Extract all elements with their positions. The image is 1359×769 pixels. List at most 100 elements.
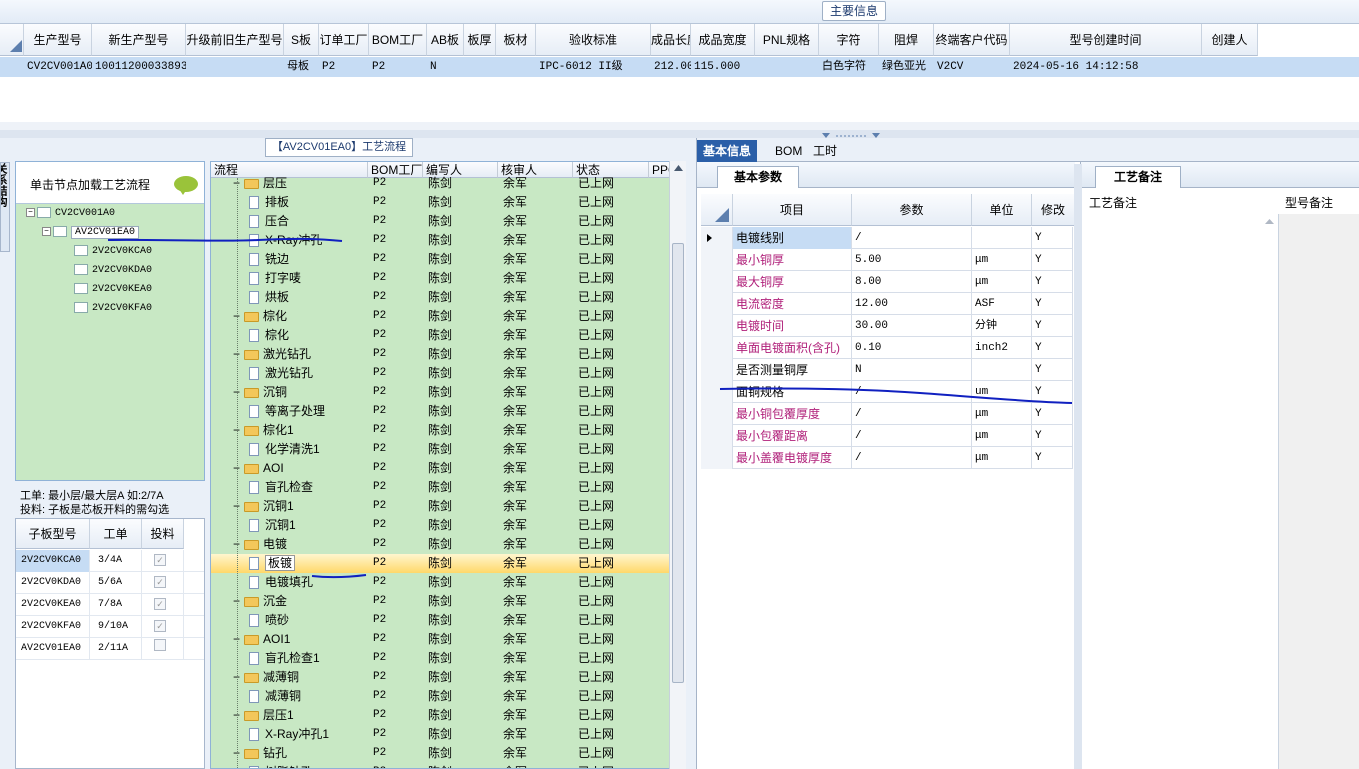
process-name-cell[interactable]: 减薄铜 bbox=[249, 687, 301, 706]
param-value[interactable]: / bbox=[852, 403, 972, 425]
param-value[interactable]: 8.00 bbox=[852, 271, 972, 293]
param-row[interactable]: 面铜规格 / um Y bbox=[701, 381, 1073, 403]
param-modify[interactable]: Y bbox=[1032, 425, 1073, 447]
col-thickness[interactable]: 板厚 bbox=[464, 24, 496, 56]
col-legend[interactable]: 字符 bbox=[819, 24, 879, 56]
process-name-cell[interactable]: 树脂钻孔 bbox=[249, 763, 313, 768]
tree-node[interactable]: 2V2CV0KDA0 bbox=[58, 262, 152, 279]
process-name-cell[interactable]: − 棕化 bbox=[233, 307, 287, 326]
process-name-cell[interactable]: 沉铜1 bbox=[249, 516, 296, 535]
param-item[interactable]: 是否测量铜厚 bbox=[733, 359, 852, 381]
remark-title[interactable]: 工艺备注 bbox=[1095, 166, 1181, 188]
param-item[interactable]: 最小包覆距离 bbox=[733, 425, 852, 447]
process-row[interactable]: − AOI1 P2 陈剑 余军 已上网 bbox=[211, 630, 671, 649]
col-ab-board[interactable]: AB板 bbox=[427, 24, 464, 56]
param-modify[interactable]: Y bbox=[1032, 249, 1073, 271]
process-name-cell[interactable]: 铣边 bbox=[249, 250, 289, 269]
row-indicator[interactable] bbox=[701, 403, 733, 425]
feed-checkbox[interactable]: ✓ bbox=[154, 554, 166, 566]
row-indicator[interactable] bbox=[701, 447, 733, 469]
param-unit[interactable]: ASF bbox=[972, 293, 1032, 315]
param-row[interactable]: 电镀线别 / Y bbox=[701, 227, 1073, 249]
cell-acceptance-std[interactable]: IPC-6012 II级 bbox=[536, 57, 651, 77]
process-row[interactable]: 板镀 P2 陈剑 余军 已上网 bbox=[211, 554, 671, 573]
process-remark-text[interactable] bbox=[1081, 214, 1279, 769]
col-prod-model[interactable]: 生产型号 bbox=[24, 24, 92, 56]
feed-checkbox[interactable]: ✓ bbox=[154, 620, 166, 632]
speech-bubble-icon[interactable] bbox=[174, 176, 198, 195]
param-unit[interactable] bbox=[972, 227, 1032, 249]
row-indicator[interactable] bbox=[701, 249, 733, 271]
row-indicator[interactable] bbox=[701, 271, 733, 293]
sub-board-row[interactable]: 2V2CV0KCA0 3/4A ✓ bbox=[16, 550, 204, 572]
param-row[interactable]: 最小铜厚 5.00 μm Y bbox=[701, 249, 1073, 271]
process-name-cell[interactable]: 棕化 bbox=[249, 326, 289, 345]
process-name-cell[interactable]: 打字唛 bbox=[249, 269, 301, 288]
process-row[interactable]: − AOI P2 陈剑 余军 已上网 bbox=[211, 459, 671, 478]
process-row[interactable]: 喷砂 P2 陈剑 余军 已上网 bbox=[211, 611, 671, 630]
process-row[interactable]: − 减薄铜 P2 陈剑 余军 已上网 bbox=[211, 668, 671, 687]
process-row[interactable]: 铣边 P2 陈剑 余军 已上网 bbox=[211, 250, 671, 269]
horizontal-splitter[interactable] bbox=[0, 130, 1359, 138]
cell-material[interactable] bbox=[496, 57, 536, 77]
cell-ab-board[interactable]: N bbox=[427, 57, 464, 77]
process-row[interactable]: − 棕化1 P2 陈剑 余军 已上网 bbox=[211, 421, 671, 440]
col-old-prod-model[interactable]: 升级前旧生产型号 bbox=[186, 24, 284, 56]
collapse-icon[interactable]: − bbox=[26, 207, 35, 217]
params-col-modify[interactable]: 修改 bbox=[1032, 194, 1075, 226]
param-item[interactable]: 最大铜厚 bbox=[733, 271, 852, 293]
remark-col-model[interactable]: 型号备注 bbox=[1281, 192, 1359, 214]
process-row[interactable]: − 电镀 P2 陈剑 余军 已上网 bbox=[211, 535, 671, 554]
process-row[interactable]: 化学清洗1 P2 陈剑 余军 已上网 bbox=[211, 440, 671, 459]
process-row[interactable]: − 沉金 P2 陈剑 余军 已上网 bbox=[211, 592, 671, 611]
row-indicator[interactable] bbox=[701, 359, 733, 381]
col-bom-factory[interactable]: BOM工厂 bbox=[369, 24, 427, 56]
sub-board-order[interactable]: 9/10A bbox=[90, 616, 142, 638]
col-s-board[interactable]: S板 bbox=[284, 24, 319, 56]
params-corner[interactable] bbox=[701, 194, 733, 226]
param-unit[interactable]: um bbox=[972, 381, 1032, 403]
sub-col-model[interactable]: 子板型号 bbox=[16, 519, 90, 549]
param-value[interactable]: / bbox=[852, 227, 972, 249]
param-value[interactable]: 12.00 bbox=[852, 293, 972, 315]
basic-params-title[interactable]: 基本参数 bbox=[717, 166, 799, 188]
param-item[interactable]: 面铜规格 bbox=[733, 381, 852, 403]
sub-board-order[interactable]: 2/11A bbox=[90, 638, 142, 660]
cell-legend[interactable]: 白色字符 bbox=[819, 57, 879, 77]
row-indicator[interactable] bbox=[701, 425, 733, 447]
row-indicator[interactable] bbox=[701, 293, 733, 315]
process-name-cell[interactable]: 喷砂 bbox=[249, 611, 289, 630]
sub-board-order[interactable]: 7/8A bbox=[90, 594, 142, 616]
sub-board-row[interactable]: 2V2CV0KFA0 9/10A ✓ bbox=[16, 616, 204, 638]
sub-board-order[interactable]: 5/6A bbox=[90, 572, 142, 594]
col-pnl-spec[interactable]: PNL规格 bbox=[755, 24, 819, 56]
tree-node[interactable]: − CV2CV001A0 bbox=[26, 205, 115, 222]
process-row[interactable]: − 钻孔 P2 陈剑 余军 已上网 bbox=[211, 744, 671, 763]
sub-board-row[interactable]: 2V2CV0KDA0 5/6A ✓ bbox=[16, 572, 204, 594]
param-unit[interactable]: 分钟 bbox=[972, 315, 1032, 337]
sub-board-model[interactable]: 2V2CV0KEA0 bbox=[16, 594, 90, 616]
param-item[interactable]: 电镀时间 bbox=[733, 315, 852, 337]
grid-corner[interactable] bbox=[0, 24, 24, 56]
param-item[interactable]: 最小盖覆电镀厚度 bbox=[733, 447, 852, 469]
process-row[interactable]: 盲孔检查 P2 陈剑 余军 已上网 bbox=[211, 478, 671, 497]
param-modify[interactable]: Y bbox=[1032, 293, 1073, 315]
process-row[interactable]: − 层压1 P2 陈剑 余军 已上网 bbox=[211, 706, 671, 725]
param-value[interactable]: 0.10 bbox=[852, 337, 972, 359]
process-name-cell[interactable]: 盲孔检查1 bbox=[249, 649, 320, 668]
cell-new-prod-model[interactable]: 10011200033893 bbox=[92, 57, 186, 77]
col-creator[interactable]: 创建人 bbox=[1202, 24, 1258, 56]
param-value[interactable]: N bbox=[852, 359, 972, 381]
cell-created-time[interactable]: 2024-05-16 14:12:58 bbox=[1010, 57, 1202, 77]
process-name-cell[interactable]: 化学清洗1 bbox=[249, 440, 320, 459]
tree-node[interactable]: 2V2CV0KEA0 bbox=[58, 281, 152, 298]
param-modify[interactable]: Y bbox=[1032, 227, 1073, 249]
process-row[interactable]: 树脂钻孔 P2 陈剑 余军 已上网 bbox=[211, 763, 671, 768]
param-row[interactable]: 是否测量铜厚 N Y bbox=[701, 359, 1073, 381]
param-modify[interactable]: Y bbox=[1032, 447, 1073, 469]
row-indicator[interactable] bbox=[701, 227, 733, 249]
cell-bom-factory[interactable]: P2 bbox=[369, 57, 427, 77]
process-name-cell[interactable]: − 棕化1 bbox=[233, 421, 294, 440]
col-order-factory[interactable]: 订单工厂 bbox=[319, 24, 369, 56]
process-row[interactable]: 压合 P2 陈剑 余军 已上网 bbox=[211, 212, 671, 231]
